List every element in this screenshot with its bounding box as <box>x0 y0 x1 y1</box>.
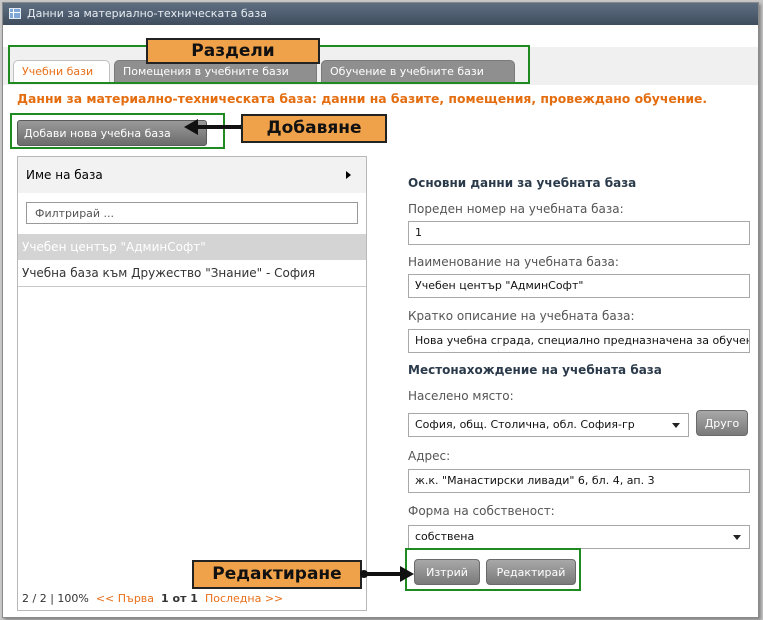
pager-last-link[interactable]: Последна >> <box>205 592 283 605</box>
pager: 2 / 2 | 100% << Първа 1 от 1 Последна >> <box>22 592 283 605</box>
place-select-value: София, общ. Столична, обл. София-гр <box>415 418 635 431</box>
arrow-line <box>196 125 244 129</box>
place-select[interactable]: София, общ. Столична, обл. София-гр <box>408 413 689 437</box>
filter-input[interactable] <box>26 202 358 224</box>
address-label: Адрес: <box>408 449 451 463</box>
description-label: Кратко описание на учебната база: <box>408 309 635 323</box>
title-bar: Данни за материално-техническата база <box>3 3 758 25</box>
chevron-down-icon <box>672 423 680 428</box>
list-item[interactable]: Учебна база към Дружество "Знание" - Соф… <box>18 260 366 286</box>
list-header[interactable]: Име на база <box>18 157 366 193</box>
name-field[interactable]: Учебен център "АдминСофт" <box>408 274 750 298</box>
address-field[interactable]: ж.к. "Манастирски ливади" 6, бл. 4, ап. … <box>408 469 750 493</box>
chevron-down-icon <box>733 535 741 540</box>
chevron-right-icon[interactable] <box>346 171 351 179</box>
pager-summary: 2 / 2 | 100% <box>22 592 89 605</box>
ownership-label: Форма на собственост: <box>408 504 555 518</box>
arrow-right-icon <box>400 566 414 582</box>
main-window: Данни за материално-техническата база Уч… <box>2 2 759 618</box>
bases-list-panel: Име на база Учебен център "АдминСофт" Уч… <box>17 156 367 611</box>
edit-callout: Редактиране <box>192 560 362 589</box>
section-basic-title: Основни данни за учебната база <box>408 176 637 190</box>
arrow-line <box>364 572 402 576</box>
list-header-label: Име на база <box>26 168 103 182</box>
number-field[interactable]: 1 <box>408 221 750 245</box>
pager-first-link[interactable]: << Първа <box>96 592 154 605</box>
arrow-left-icon <box>184 119 198 135</box>
table-icon <box>9 8 21 19</box>
sections-callout: Раздели <box>146 38 320 64</box>
section-location-title: Местонахождение на учебната база <box>408 363 662 377</box>
page-heading: Данни за материално-техническата база: д… <box>17 91 708 106</box>
ownership-select[interactable]: собствена <box>408 525 750 549</box>
list-item[interactable]: Учебен център "АдминСофт" <box>18 234 366 260</box>
place-label: Населено място: <box>408 389 514 403</box>
window-title: Данни за материално-техническата база <box>27 7 267 20</box>
add-callout: Добавяне <box>241 114 387 143</box>
pager-page-info: 1 от 1 <box>161 592 198 605</box>
number-label: Пореден номер на учебната база: <box>408 202 624 216</box>
ownership-select-value: собствена <box>415 530 475 543</box>
description-field[interactable]: Нова учебна сграда, специално предназнач… <box>408 329 750 353</box>
list-divider <box>18 286 366 287</box>
edit-highlight-box <box>405 548 581 591</box>
name-label: Наименование на учебната база: <box>408 255 619 269</box>
other-place-button[interactable]: Друго <box>696 410 748 436</box>
